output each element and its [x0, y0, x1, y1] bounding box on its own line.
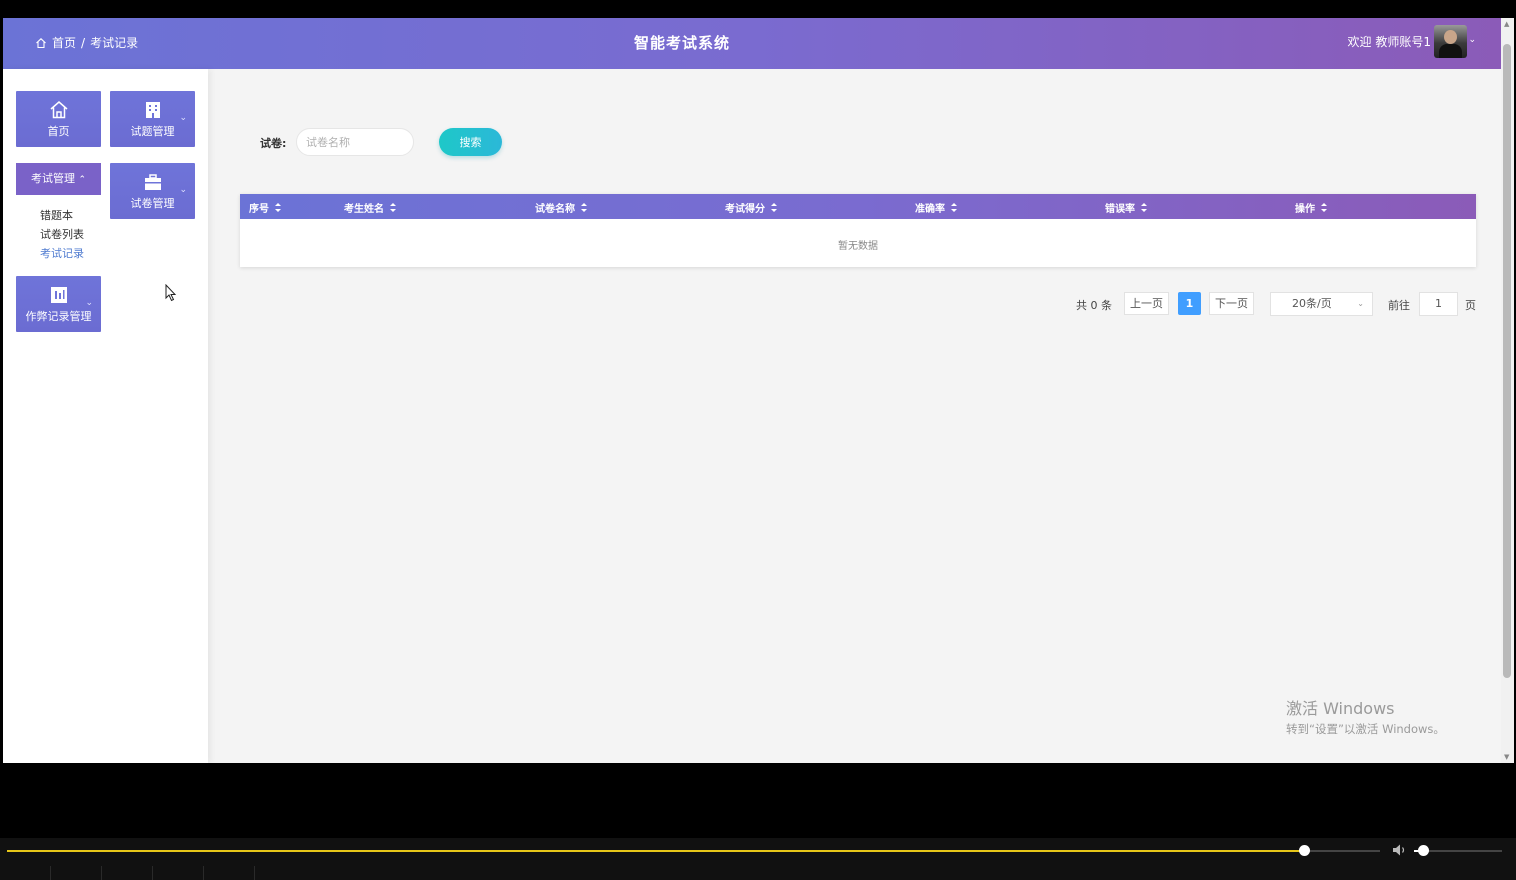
table-header: 序号 考生姓名 试卷名称 考试得分 准确率 错误率 操作	[240, 194, 1476, 219]
sort-icon[interactable]	[275, 203, 281, 212]
chevron-down-icon: ⌄	[179, 185, 187, 195]
app-title: 智能考试系统	[633, 34, 730, 52]
scroll-down-icon[interactable]: ▼	[1504, 753, 1509, 761]
chevron-up-icon: ⌃	[78, 175, 87, 185]
volume-icon[interactable]	[1392, 843, 1408, 857]
seek-bar[interactable]	[7, 845, 1380, 856]
volume-slider[interactable]	[1414, 845, 1502, 856]
next-page-button[interactable]: 下一页	[1209, 292, 1254, 315]
prev-page-button[interactable]: 上一页	[1124, 292, 1169, 315]
sort-icon[interactable]	[581, 203, 587, 212]
sidebar-item-cheat-mgmt[interactable]: 作弊记录管理 ⌄	[16, 276, 101, 332]
sort-icon[interactable]	[771, 203, 777, 212]
taskbar-cell	[153, 866, 204, 880]
avatar-head	[1444, 30, 1457, 44]
chevron-down-icon: ⌄	[1357, 299, 1364, 308]
search-label: 试卷:	[260, 137, 287, 150]
sort-icon[interactable]	[951, 203, 957, 212]
column-header-actions[interactable]: 操作	[1295, 200, 1327, 215]
avatar[interactable]	[1434, 25, 1467, 58]
exam-records-table: 序号 考生姓名 试卷名称 考试得分 准确率 错误率 操作 暂无数据	[240, 194, 1476, 267]
sort-icon[interactable]	[390, 203, 396, 212]
sidebar-item-exam-mgmt[interactable]: 考试管理 ⌃	[16, 163, 101, 195]
search-button[interactable]: 搜索	[439, 128, 502, 156]
sidebar-item-label: 试卷管理	[130, 197, 175, 210]
submenu-item-exam-records[interactable]: 考试记录	[40, 244, 84, 263]
column-label: 错误率	[1105, 204, 1135, 215]
taskbar-cell	[51, 866, 102, 880]
taskbar-cell	[102, 866, 153, 880]
column-label: 试卷名称	[535, 204, 575, 215]
goto-page-input[interactable]: 1	[1419, 292, 1458, 316]
empty-state-text: 暂无数据	[838, 241, 878, 252]
mouse-cursor-icon	[165, 284, 177, 302]
video-player-controls	[0, 838, 1516, 880]
seek-progress	[7, 850, 1305, 852]
watermark-line1: 激活 Windows	[1286, 699, 1395, 718]
chevron-down-icon[interactable]: ⌄	[1468, 35, 1476, 45]
taskbar-cell	[0, 866, 51, 880]
goto-label: 前往	[1388, 299, 1410, 312]
chevron-down-icon: ⌄	[179, 113, 187, 123]
home-icon	[50, 101, 67, 119]
page-size-value: 20条/页	[1292, 297, 1332, 310]
column-header-paper-name[interactable]: 试卷名称	[535, 200, 587, 215]
watermark-line2: 转到“设置”以激活 Windows。	[1286, 722, 1445, 736]
paper-name-search-input[interactable]	[296, 128, 414, 156]
page-size-select[interactable]: 20条/页 ⌄	[1270, 292, 1373, 316]
column-header-error-rate[interactable]: 错误率	[1105, 200, 1147, 215]
goto-suffix: 页	[1465, 299, 1476, 312]
sidebar-item-question-mgmt[interactable]: 试题管理 ⌄	[110, 91, 195, 147]
chart-bar-icon	[50, 287, 67, 303]
column-header-student-name[interactable]: 考生姓名	[344, 200, 396, 215]
column-header-index[interactable]: 序号	[249, 200, 281, 215]
volume-handle[interactable]	[1417, 845, 1429, 856]
sidebar-item-label: 作弊记录管理	[25, 310, 92, 323]
sidebar: 首页 试题管理 ⌄ 考试管理 ⌃ 试卷管理 ⌄ 错题本 试卷列表 考试记录 作弊…	[3, 69, 208, 763]
exam-submenu: 错题本 试卷列表 考试记录	[40, 206, 84, 263]
submenu-item-paper-list[interactable]: 试卷列表	[40, 225, 84, 244]
sidebar-item-home[interactable]: 首页	[16, 91, 101, 147]
column-label: 考生姓名	[344, 204, 384, 215]
sort-icon[interactable]	[1141, 203, 1147, 212]
scrollbar-thumb[interactable]	[1503, 44, 1511, 678]
column-label: 序号	[249, 204, 269, 215]
taskbar-cell	[204, 866, 255, 880]
column-header-accuracy[interactable]: 准确率	[915, 200, 957, 215]
briefcase-icon	[144, 174, 161, 190]
sidebar-item-label: 试题管理	[130, 125, 175, 138]
column-label: 准确率	[915, 204, 945, 215]
vertical-scrollbar[interactable]: ▲ ▼	[1501, 18, 1514, 763]
chevron-down-icon: ⌄	[85, 298, 93, 308]
column-header-score[interactable]: 考试得分	[725, 200, 777, 215]
pagination-total: 共 0 条	[1076, 299, 1112, 312]
page-number-current[interactable]: 1	[1178, 292, 1201, 315]
column-label: 操作	[1295, 204, 1315, 215]
submenu-item-wrong-book[interactable]: 错题本	[40, 206, 84, 225]
sidebar-item-paper-mgmt[interactable]: 试卷管理 ⌄	[110, 163, 195, 219]
sort-icon[interactable]	[1321, 203, 1327, 212]
taskbar-strip	[0, 866, 1516, 880]
column-label: 考试得分	[725, 204, 765, 215]
building-icon	[145, 102, 160, 118]
sidebar-item-label: 考试管理	[30, 172, 75, 185]
seek-handle[interactable]	[1299, 845, 1311, 856]
app-window: 首页 / 考试记录 智能考试系统 欢迎 教师账号1 ⌄ 首页 试题管理 ⌄ 考试…	[3, 18, 1514, 763]
windows-activation-watermark: 激活 Windows 转到“设置”以激活 Windows。	[1286, 695, 1445, 737]
scroll-up-icon[interactable]: ▲	[1504, 20, 1509, 28]
avatar-body	[1439, 44, 1462, 58]
sidebar-item-label: 首页	[47, 125, 70, 138]
top-header: 首页 / 考试记录 智能考试系统 欢迎 教师账号1 ⌄	[3, 18, 1501, 69]
welcome-text: 欢迎 教师账号1	[1347, 35, 1431, 49]
